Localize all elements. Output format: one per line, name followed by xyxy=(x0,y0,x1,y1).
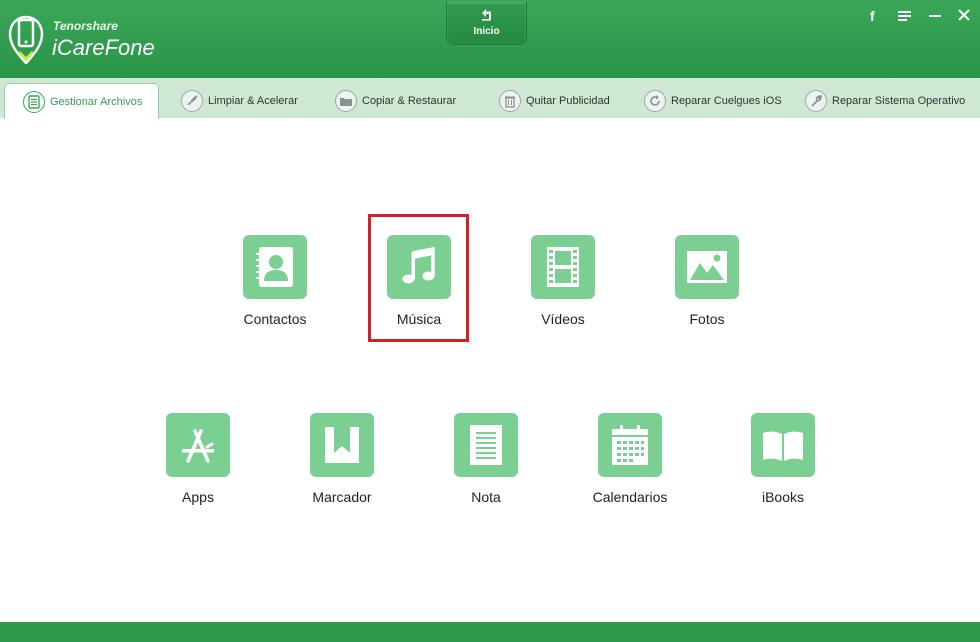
svg-text:f: f xyxy=(870,8,875,24)
close-icon[interactable] xyxy=(955,8,973,24)
tab-label: Limpiar & Acelerar xyxy=(208,94,298,107)
item-videos[interactable]: Vídeos xyxy=(498,235,628,335)
item-label: Marcador xyxy=(312,489,372,505)
file-manager-icon xyxy=(23,90,45,113)
item-fotos[interactable]: Fotos xyxy=(642,235,772,335)
item-contactos[interactable]: Contactos xyxy=(210,235,340,335)
item-label: Vídeos xyxy=(541,311,585,327)
home-label: Inicio xyxy=(473,26,500,37)
item-marcador[interactable]: Marcador xyxy=(277,413,407,513)
tab-label: Reparar Sistema Operativo xyxy=(832,94,966,107)
tab-label: Gestionar Archivos xyxy=(50,95,143,108)
menu-icon[interactable] xyxy=(896,8,914,24)
tab-reparar-sistema-operativo[interactable]: Reparar Sistema Operativo xyxy=(805,83,965,118)
calendar-icon xyxy=(598,413,662,477)
tab-limpiar-acelerar[interactable]: Limpiar & Acelerar xyxy=(181,83,298,118)
icarefone-logo-icon xyxy=(8,15,44,64)
video-icon xyxy=(531,235,595,299)
tab-copiar-restaurar[interactable]: Copiar & Restaurar xyxy=(335,83,456,118)
back-arrow-icon xyxy=(482,9,491,21)
trash-icon xyxy=(499,89,521,112)
selection-highlight xyxy=(368,214,469,342)
item-label: Calendarios xyxy=(592,489,668,505)
appstore-icon xyxy=(166,413,230,477)
wrench-icon xyxy=(805,89,827,112)
note-icon xyxy=(454,413,518,477)
title-bar: Tenorshare iCareFone Inicio f xyxy=(0,0,980,78)
folder-icon xyxy=(335,89,357,112)
bookmark-icon xyxy=(310,413,374,477)
refresh-icon xyxy=(644,89,666,112)
item-apps[interactable]: Apps xyxy=(133,413,263,513)
app-window: Tenorshare iCareFone Inicio f Gestionar … xyxy=(0,0,980,642)
minimize-icon[interactable] xyxy=(926,8,944,24)
ibooks-icon xyxy=(751,413,815,477)
brand-product-name: iCareFone xyxy=(52,35,155,60)
item-label: Fotos xyxy=(689,311,725,327)
item-label: Nota xyxy=(471,489,501,505)
item-calendarios[interactable]: Calendarios xyxy=(565,413,695,513)
tab-reparar-cuelgues-ios[interactable]: Reparar Cuelgues iOS xyxy=(644,83,782,118)
brand-company: Tenorshare xyxy=(53,19,118,33)
item-label: iBooks xyxy=(761,489,805,505)
item-ibooks[interactable]: iBooks xyxy=(718,413,848,513)
item-nota[interactable]: Nota xyxy=(421,413,551,513)
item-label: Contactos xyxy=(243,311,307,327)
photos-icon xyxy=(675,235,739,299)
tab-bar: Gestionar Archivos Limpiar & Acelerar Co… xyxy=(0,78,980,119)
tab-label: Copiar & Restaurar xyxy=(362,94,457,107)
tab-label: Reparar Cuelgues iOS xyxy=(671,94,782,107)
facebook-icon[interactable]: f xyxy=(865,8,883,24)
item-label: Apps xyxy=(182,489,214,505)
contacts-icon xyxy=(243,235,307,299)
tab-quitar-publicidad[interactable]: Quitar Publicidad xyxy=(499,83,610,118)
status-bar xyxy=(0,622,980,642)
rocket-icon xyxy=(181,89,203,112)
tab-label: Quitar Publicidad xyxy=(526,94,610,107)
tab-gestionar-archivos[interactable]: Gestionar Archivos xyxy=(4,83,159,119)
home-button[interactable]: Inicio xyxy=(446,2,527,45)
